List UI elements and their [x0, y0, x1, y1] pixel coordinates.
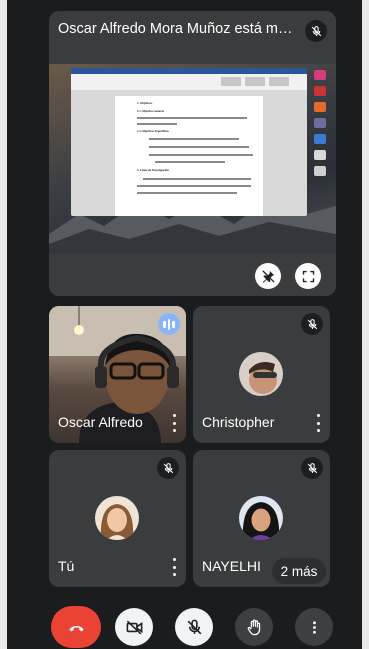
- camera-off-icon: [126, 620, 142, 634]
- participant-name: NAYELHI: [202, 558, 261, 574]
- unpin-icon[interactable]: [255, 263, 281, 289]
- end-call-icon: [68, 625, 84, 631]
- mic-off-icon: [157, 457, 179, 479]
- presentation-title: Oscar Alfredo Mora Muñoz está mostr...: [58, 21, 294, 37]
- participant-tile-christopher[interactable]: Christopher: [193, 306, 330, 443]
- more-participants-chip[interactable]: 2 más: [272, 558, 326, 584]
- participant-name: Tú: [58, 558, 75, 574]
- participant-name: Christopher: [202, 414, 275, 430]
- mic-off-icon: [301, 457, 323, 479]
- more-vert-icon[interactable]: [169, 414, 179, 432]
- raise-hand-icon: [247, 619, 260, 635]
- more-options-button[interactable]: [295, 608, 333, 646]
- avatar: [95, 496, 139, 540]
- mic-toggle-button[interactable]: [175, 608, 213, 646]
- speaking-indicator-icon: [158, 313, 180, 335]
- fullscreen-icon[interactable]: [295, 263, 321, 289]
- participant-tile-self[interactable]: Tú: [49, 450, 186, 587]
- avatar: [239, 496, 283, 540]
- more-vert-icon[interactable]: [313, 414, 323, 432]
- avatar: [239, 352, 283, 396]
- mic-off-icon: [187, 619, 201, 634]
- participant-tile-oscar-alfredo[interactable]: Oscar Alfredo: [49, 306, 186, 443]
- shared-screen: 2. Objetivos 2.1 Objetivo General 2.2 Ob…: [49, 64, 336, 254]
- document-page: 2. Objetivos 2.1 Objetivo General 2.2 Ob…: [115, 96, 263, 216]
- meet-app: Oscar Alfredo Mora Muñoz está mostr... 2…: [7, 0, 362, 649]
- word-processor-window: 2. Objetivos 2.1 Objetivo General 2.2 Ob…: [71, 68, 307, 216]
- presenter-mic-off-icon: [305, 20, 327, 42]
- doc-heading-3: 2.2 Objetivos Específicos: [137, 129, 169, 133]
- doc-heading-2: 2.1 Objetivo General: [137, 109, 164, 113]
- raise-hand-button[interactable]: [235, 608, 273, 646]
- desktop-icons: [310, 70, 330, 182]
- presentation-tile[interactable]: Oscar Alfredo Mora Muñoz está mostr... 2…: [49, 11, 336, 296]
- doc-heading-4: 3. Línea de Investigación: [137, 168, 169, 172]
- mic-off-icon: [301, 313, 323, 335]
- camera-toggle-button[interactable]: [115, 608, 153, 646]
- doc-heading-1: 2. Objetivos: [137, 101, 153, 105]
- participant-name: Oscar Alfredo: [58, 414, 143, 430]
- more-vert-icon[interactable]: [169, 558, 179, 576]
- more-vert-icon: [312, 620, 316, 634]
- end-call-button[interactable]: [51, 606, 101, 648]
